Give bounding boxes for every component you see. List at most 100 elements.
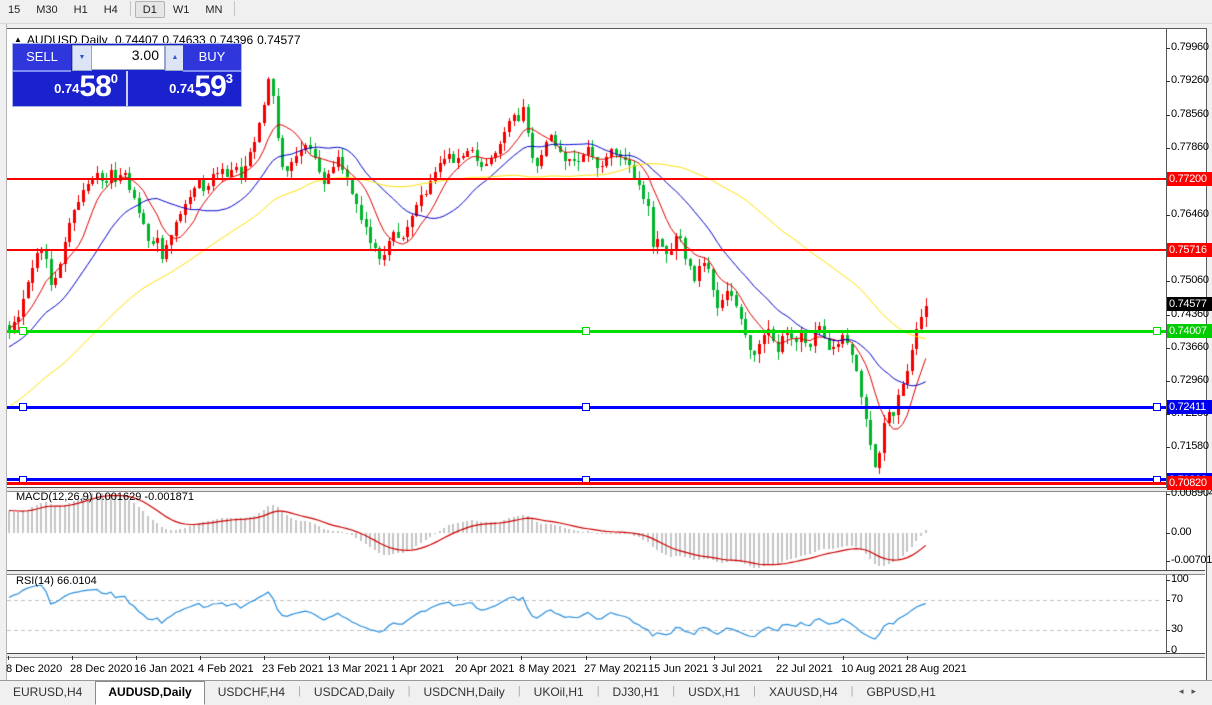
symbol-tab-usdcad[interactable]: USDCAD,Daily xyxy=(301,682,408,703)
level-line-handle[interactable] xyxy=(19,403,27,411)
price-tick-label: 0.71580 xyxy=(1171,440,1209,452)
horizontal-level-line[interactable] xyxy=(7,482,1166,485)
rsi-tick-mark xyxy=(1166,580,1170,581)
date-tick-label: 1 Apr 2021 xyxy=(391,663,444,675)
timeframe-button-h1[interactable]: H1 xyxy=(66,1,96,18)
symbol-tab-ukoil[interactable]: UKOil,H1 xyxy=(521,682,597,703)
symbol-tab-usdcnh[interactable]: USDCNH,Daily xyxy=(410,682,517,703)
buy-price-big: 59 xyxy=(194,71,225,103)
date-tick-mark xyxy=(457,656,458,660)
horizontal-level-line[interactable] xyxy=(7,249,1166,251)
date-tick-label: 13 Mar 2021 xyxy=(327,663,389,675)
price-tick-label: 0.79960 xyxy=(1171,41,1209,53)
date-tick-mark xyxy=(714,656,715,660)
date-tick-mark xyxy=(393,656,394,660)
date-tick-label: 8 May 2021 xyxy=(519,663,576,675)
symbol-tab-xauusd[interactable]: XAUUSD,H4 xyxy=(756,682,851,703)
horizontal-level-line[interactable] xyxy=(7,178,1166,180)
date-tick-mark xyxy=(843,656,844,660)
rsi-axis-label: 30 xyxy=(1171,623,1183,635)
window-left-edge xyxy=(0,23,7,703)
tabs-scroll-left-icon[interactable]: ◂ xyxy=(1179,686,1192,696)
price-tick-mark xyxy=(1166,115,1170,116)
date-tick-mark xyxy=(72,656,73,660)
symbol-tab-usdchf[interactable]: USDCHF,H4 xyxy=(205,682,298,703)
tabs-scroll-right-icon[interactable]: ▸ xyxy=(1191,686,1204,696)
date-tick-label: 23 Feb 2021 xyxy=(262,663,324,675)
rsi-axis-label: 70 xyxy=(1171,593,1183,605)
date-tick-label: 8 Dec 2020 xyxy=(6,663,62,675)
timeframe-button-15[interactable]: 15 xyxy=(0,1,28,18)
date-tick-mark xyxy=(650,656,651,660)
macd-tick-mark xyxy=(1166,494,1170,495)
symbol-tab-gbpusd[interactable]: GBPUSD,H1 xyxy=(854,682,949,703)
date-tick-mark xyxy=(907,656,908,660)
date-tick-label: 28 Aug 2021 xyxy=(905,663,967,675)
timeframe-button-m30[interactable]: M30 xyxy=(28,1,65,18)
rsi-dateaxis-splitter[interactable] xyxy=(7,653,1205,658)
timeframe-button-mn[interactable]: MN xyxy=(197,1,230,18)
level-line-handle[interactable] xyxy=(1153,403,1161,411)
date-tick-label: 16 Jan 2021 xyxy=(134,663,195,675)
volume-increase-button[interactable]: ▲ xyxy=(165,45,185,71)
timeframe-button-d1[interactable]: D1 xyxy=(135,1,165,18)
price-tick-mark xyxy=(1166,215,1170,216)
symbol-tab-audusd[interactable]: AUDUSD,Daily xyxy=(95,681,204,705)
date-tick-label: 3 Jul 2021 xyxy=(712,663,763,675)
horizontal-level-line[interactable] xyxy=(7,406,1166,409)
date-tick-label: 28 Dec 2020 xyxy=(70,663,132,675)
macd-tick-mark xyxy=(1166,561,1170,562)
price-tick-mark xyxy=(1166,348,1170,349)
bid-price-badge: 0.74577 xyxy=(1167,297,1212,311)
date-tick-label: 4 Feb 2021 xyxy=(198,663,254,675)
sell-price-display[interactable]: 0.74580 xyxy=(13,71,128,106)
price-tick-mark xyxy=(1166,381,1170,382)
price-tick-mark xyxy=(1166,447,1170,448)
level-line-handle[interactable] xyxy=(582,327,590,335)
one-click-trade-panel: SELL ▼ 3.00 ▲ BUY 0.74580 0.74593 xyxy=(12,43,242,107)
timeframe-button-w1[interactable]: W1 xyxy=(165,1,198,18)
buy-price-pip: 3 xyxy=(226,71,233,86)
rsi-axis-label: 100 xyxy=(1171,573,1188,585)
price-tick-mark xyxy=(1166,81,1170,82)
rsi-label: RSI(14) 66.0104 xyxy=(16,575,97,587)
price-tick-label: 0.73660 xyxy=(1171,341,1209,353)
price-tick-label: 0.78560 xyxy=(1171,108,1209,120)
macd-rsi-splitter[interactable] xyxy=(7,570,1205,575)
level-line-handle[interactable] xyxy=(582,403,590,411)
date-tick-mark xyxy=(521,656,522,660)
toolbar-separator xyxy=(234,1,235,16)
symbol-tab-dj30[interactable]: DJ30,H1 xyxy=(600,682,673,703)
timeframe-toolbar: 15M30H1H4 D1W1MN xyxy=(0,0,1212,24)
level-price-badge: 0.74007 xyxy=(1167,324,1212,338)
ohlc-close: 0.74577 xyxy=(257,33,300,47)
price-tick-label: 0.72960 xyxy=(1171,374,1209,386)
price-tick-mark xyxy=(1166,315,1170,316)
buy-button[interactable]: BUY xyxy=(183,44,241,72)
price-tick-label: 0.75060 xyxy=(1171,274,1209,286)
level-line-handle[interactable] xyxy=(19,327,27,335)
timeframe-button-h4[interactable]: H4 xyxy=(96,1,126,18)
macd-axis-label: -0.007013 xyxy=(1171,554,1212,566)
level-line-handle[interactable] xyxy=(1153,327,1161,335)
date-tick-mark xyxy=(8,656,9,660)
symbol-tab-eurusd[interactable]: EURUSD,H4 xyxy=(0,682,95,703)
date-tick-mark xyxy=(264,656,265,660)
volume-decrease-button[interactable]: ▼ xyxy=(72,45,92,71)
sell-button[interactable]: SELL xyxy=(13,44,71,72)
level-price-badge: 0.75716 xyxy=(1167,243,1212,257)
volume-input[interactable]: 3.00 xyxy=(91,45,165,70)
horizontal-level-line[interactable] xyxy=(7,330,1166,333)
macd-tick-mark xyxy=(1166,533,1170,534)
price-tick-label: 0.76460 xyxy=(1171,208,1209,220)
sell-price-prefix: 0.74 xyxy=(54,81,79,96)
price-tick-label: 0.77860 xyxy=(1171,141,1209,153)
buy-price-display[interactable]: 0.74593 xyxy=(128,71,241,106)
date-tick-label: 10 Aug 2021 xyxy=(841,663,903,675)
symbol-tab-usdx[interactable]: USDX,H1 xyxy=(675,682,753,703)
rsi-tick-mark xyxy=(1166,651,1170,652)
date-tick-label: 20 Apr 2021 xyxy=(455,663,514,675)
date-tick-mark xyxy=(136,656,137,660)
date-tick-mark xyxy=(586,656,587,660)
price-tick-label: 0.79260 xyxy=(1171,74,1209,86)
